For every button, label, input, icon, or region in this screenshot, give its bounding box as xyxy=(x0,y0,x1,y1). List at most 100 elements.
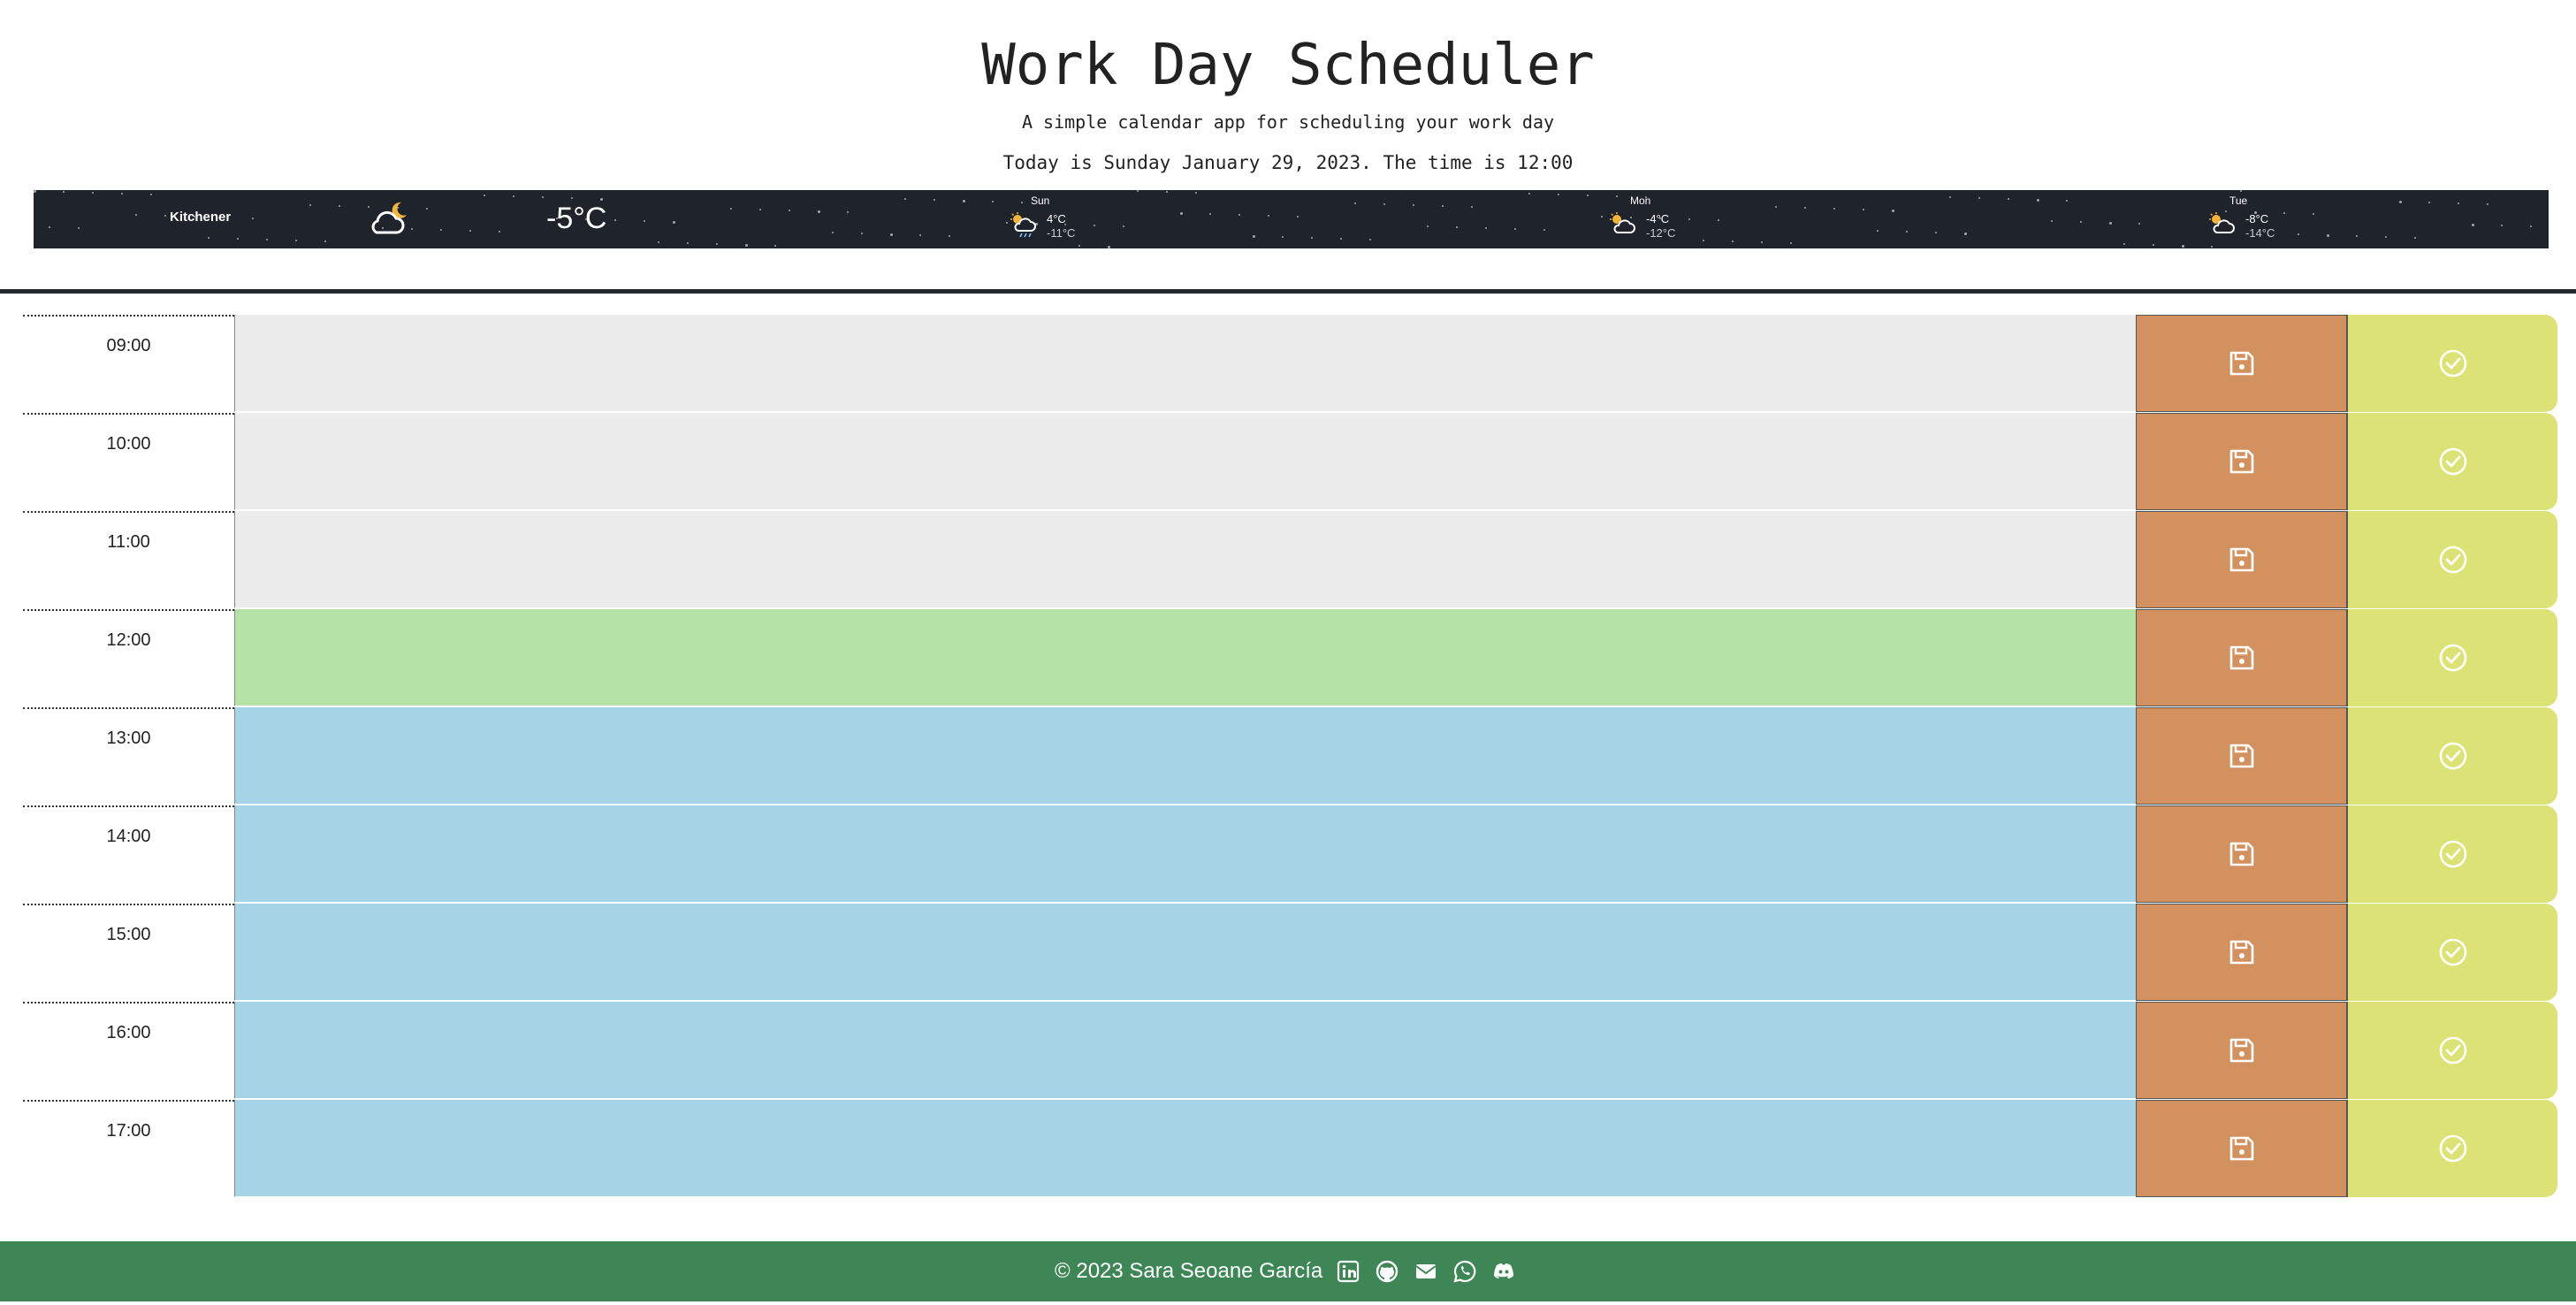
forecast-day: Tue -8°C -14°C xyxy=(2208,193,2314,246)
forecast-high: -4°C xyxy=(1646,212,1670,225)
floppy-disk-icon xyxy=(2229,842,2253,866)
hour-text: 13:00 xyxy=(106,729,151,748)
hour-label: 12:00 xyxy=(23,609,234,706)
star-decoration xyxy=(1949,196,1951,198)
star-decoration xyxy=(2008,198,2009,200)
star-decoration xyxy=(1833,208,1835,210)
star-decoration xyxy=(1775,206,1777,208)
save-button[interactable] xyxy=(2136,609,2347,706)
star-decoration xyxy=(208,237,210,239)
event-description-input[interactable] xyxy=(234,805,2136,903)
sun-cloud-rain-icon xyxy=(1010,212,1036,238)
star-decoration xyxy=(2123,243,2125,245)
forecast-high: -8°C xyxy=(2245,212,2269,225)
event-description-input[interactable] xyxy=(234,1100,2136,1197)
star-decoration xyxy=(847,211,849,213)
star-decoration xyxy=(919,234,921,236)
star-decoration xyxy=(92,192,94,194)
sun-cloud-icon xyxy=(2209,212,2235,233)
email-icon[interactable] xyxy=(1414,1260,1437,1283)
save-button[interactable] xyxy=(2136,707,2347,805)
forecast-low: -11°C xyxy=(1047,226,1076,240)
footer-copyright: © 2023 Sara Seoane García xyxy=(1055,1259,1323,1283)
star-decoration xyxy=(2066,200,2068,202)
save-button[interactable] xyxy=(2136,315,2347,412)
save-button[interactable] xyxy=(2136,511,2347,608)
page-title: Work Day Scheduler xyxy=(981,33,1595,98)
sun-cloud-icon xyxy=(1610,212,1635,233)
time-block: 12:00 xyxy=(0,609,2576,707)
star-decoration xyxy=(1166,191,1168,193)
hour-label: 13:00 xyxy=(23,707,234,805)
star-decoration xyxy=(658,241,659,243)
time-block: 17:00 xyxy=(0,1100,2576,1198)
star-decoration xyxy=(992,201,994,202)
star-decoration xyxy=(499,231,500,233)
event-description-input[interactable] xyxy=(234,413,2136,510)
hour-text: 09:00 xyxy=(106,336,151,355)
star-decoration xyxy=(1718,219,1719,221)
star-decoration xyxy=(339,205,340,207)
event-description-input[interactable] xyxy=(234,707,2136,805)
star-decoration xyxy=(2356,235,2358,237)
time-block: 16:00 xyxy=(0,1002,2576,1100)
star-decoration xyxy=(1964,233,1967,235)
complete-button[interactable] xyxy=(2347,707,2557,805)
event-description-input[interactable] xyxy=(234,315,2136,412)
hour-text: 15:00 xyxy=(106,925,151,944)
check-circle-icon xyxy=(2439,938,2466,966)
complete-button[interactable] xyxy=(2347,1002,2557,1099)
save-button[interactable] xyxy=(2136,805,2347,903)
star-decoration xyxy=(1877,230,1879,232)
event-description-input[interactable] xyxy=(234,609,2136,706)
forecast-day-label: Mon xyxy=(1630,195,1651,207)
hour-label: 17:00 xyxy=(23,1100,234,1197)
linkedin-icon[interactable] xyxy=(1337,1260,1360,1283)
complete-button[interactable] xyxy=(2347,315,2557,412)
star-decoration xyxy=(309,204,311,206)
complete-button[interactable] xyxy=(2347,805,2557,903)
event-description-input[interactable] xyxy=(234,1002,2136,1099)
hour-text: 12:00 xyxy=(106,630,151,650)
complete-button[interactable] xyxy=(2347,1100,2557,1197)
forecast-day: Sun 4°C -11°C xyxy=(1010,193,1116,246)
save-button[interactable] xyxy=(2136,1002,2347,1099)
star-decoration xyxy=(1268,215,1269,217)
whatsapp-icon[interactable] xyxy=(1453,1260,1476,1283)
complete-button[interactable] xyxy=(2347,511,2557,608)
header-divider xyxy=(0,289,2576,294)
star-decoration xyxy=(963,200,965,202)
star-decoration xyxy=(1485,227,1487,229)
event-description-input[interactable] xyxy=(234,904,2136,1001)
save-button[interactable] xyxy=(2136,1100,2347,1197)
star-decoration xyxy=(934,199,935,201)
star-decoration xyxy=(774,245,776,247)
star-decoration xyxy=(1413,204,1414,206)
discord-icon[interactable] xyxy=(1492,1260,1515,1283)
github-icon[interactable] xyxy=(1376,1260,1399,1283)
star-decoration xyxy=(1587,195,1589,196)
weather-widget: Kitchener -5°C Sun 4°C -11°C Mon -4°C -1… xyxy=(34,190,2549,248)
star-decoration xyxy=(1732,240,1734,242)
check-circle-icon xyxy=(2439,546,2466,574)
event-description-input[interactable] xyxy=(234,511,2136,608)
forecast-low: -14°C xyxy=(2245,226,2275,240)
star-decoration xyxy=(571,197,573,199)
floppy-disk-icon xyxy=(2229,1038,2253,1063)
complete-button[interactable] xyxy=(2347,609,2557,706)
complete-button[interactable] xyxy=(2347,413,2557,510)
star-decoration xyxy=(861,233,863,234)
star-decoration xyxy=(1383,203,1385,205)
star-decoration xyxy=(1137,190,1139,192)
star-decoration xyxy=(1209,213,1211,215)
star-decoration xyxy=(673,221,675,224)
complete-button[interactable] xyxy=(2347,904,2557,1001)
save-button[interactable] xyxy=(2136,413,2347,510)
check-circle-icon xyxy=(2439,1036,2466,1065)
star-decoration xyxy=(614,219,616,221)
page-footer: © 2023 Sara Seoane García xyxy=(0,1241,2576,1301)
save-button[interactable] xyxy=(2136,904,2347,1001)
time-block: 11:00 xyxy=(0,511,2576,609)
star-decoration xyxy=(1978,197,1980,199)
star-decoration xyxy=(237,238,239,240)
